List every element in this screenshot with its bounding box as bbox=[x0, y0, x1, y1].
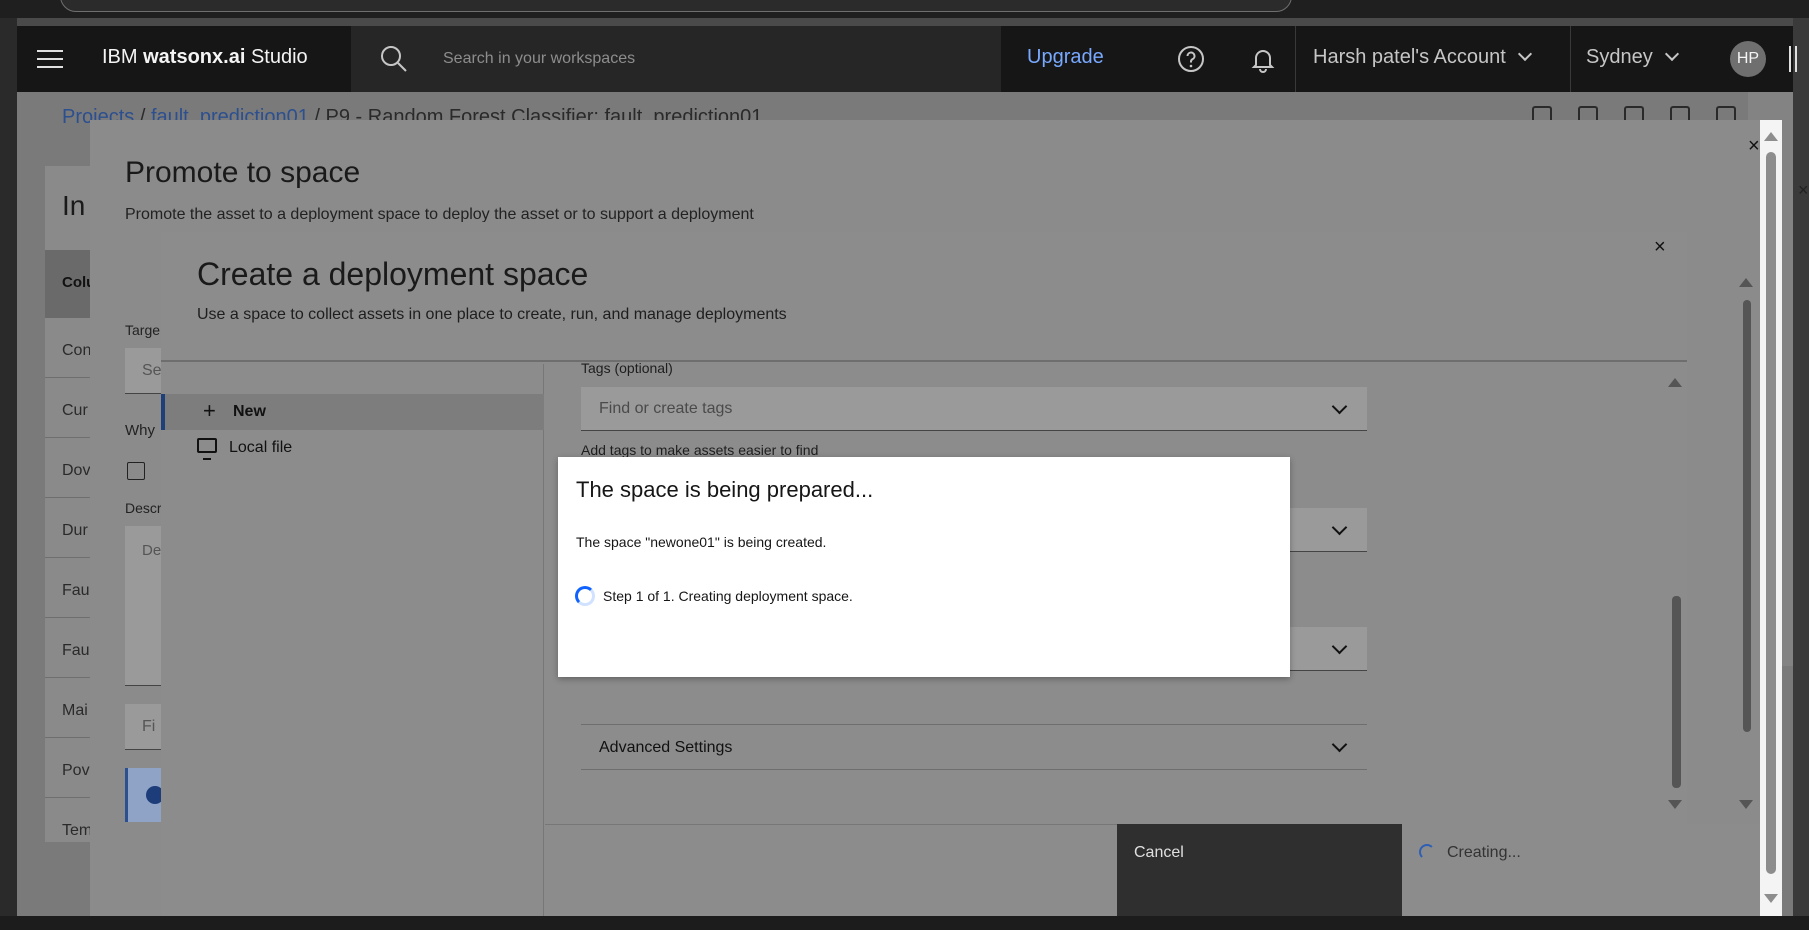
background-row: Fau bbox=[62, 642, 90, 659]
spinner-icon bbox=[1419, 844, 1435, 860]
progress-title: The space is being prepared... bbox=[576, 477, 874, 502]
scroll-up-icon[interactable] bbox=[1764, 132, 1778, 141]
nav-item-local-file[interactable]: Local file bbox=[161, 430, 544, 466]
page-scrollbar-thumb[interactable] bbox=[1766, 152, 1776, 874]
header-divider bbox=[1570, 26, 1571, 92]
advanced-settings-accordion[interactable]: Advanced Settings bbox=[581, 724, 1367, 770]
nav-item-new[interactable]: + New bbox=[161, 394, 544, 430]
progress-step: Step 1 of 1. Creating deployment space. bbox=[603, 588, 853, 604]
tags-input[interactable]: Fi bbox=[125, 704, 165, 750]
bell-icon[interactable] bbox=[1247, 43, 1279, 75]
avatar[interactable]: HP bbox=[1730, 41, 1766, 77]
monitor-icon bbox=[197, 438, 217, 460]
create-space-title: Create a deployment space bbox=[197, 256, 589, 292]
info-notification bbox=[125, 768, 165, 822]
create-space-header bbox=[161, 232, 1687, 362]
brand-prefix: IBM bbox=[102, 46, 144, 68]
side-panel-icon[interactable] bbox=[1789, 46, 1797, 72]
product-name[interactable]: IBM watsonx.ai Studio bbox=[102, 46, 308, 69]
background-row: Mai bbox=[62, 702, 88, 719]
creating-button: Creating... bbox=[1402, 824, 1760, 916]
chevron-down-icon bbox=[1517, 46, 1532, 62]
region-label: Sydney bbox=[1586, 46, 1653, 68]
scroll-down-icon[interactable] bbox=[1739, 800, 1753, 809]
description-textarea[interactable]: De bbox=[125, 526, 165, 686]
menu-icon[interactable] bbox=[37, 46, 63, 72]
taskbar bbox=[0, 916, 1809, 930]
chevron-down-icon bbox=[1664, 46, 1679, 62]
browser-address-bar[interactable] bbox=[60, 0, 1292, 12]
plus-icon: + bbox=[203, 398, 216, 423]
header-divider bbox=[1295, 26, 1296, 92]
promote-scrollbar-thumb[interactable] bbox=[1743, 300, 1751, 732]
cancel-button[interactable]: Cancel bbox=[1117, 824, 1402, 916]
tags-placeholder: Fi bbox=[142, 718, 156, 735]
tags-label: Tags (optional) bbox=[581, 360, 673, 376]
scroll-down-icon[interactable] bbox=[1764, 894, 1778, 903]
region-switcher[interactable]: Sydney bbox=[1586, 46, 1679, 69]
chevron-down-icon bbox=[1331, 398, 1348, 415]
account-label: Harsh patel's Account bbox=[1313, 46, 1506, 68]
scroll-up-icon[interactable] bbox=[1668, 378, 1682, 387]
background-row: Dov bbox=[62, 462, 91, 479]
spinner-icon bbox=[575, 586, 595, 606]
scroll-up-icon[interactable] bbox=[1739, 278, 1753, 287]
target-placeholder: Se bbox=[142, 362, 162, 379]
target-label: Targe bbox=[125, 322, 161, 338]
close-icon[interactable]: × bbox=[1654, 236, 1666, 259]
description-label: Descr bbox=[125, 500, 162, 516]
nav-item-label: Local file bbox=[229, 439, 293, 456]
account-switcher[interactable]: Harsh patel's Account bbox=[1313, 46, 1532, 69]
browser-toolbar bbox=[0, 0, 1809, 18]
background-row: Cur bbox=[62, 402, 88, 419]
promote-modal-title: Promote to space bbox=[125, 156, 361, 189]
brand-suffix: Studio bbox=[245, 46, 308, 68]
tags-placeholder: Find or create tags bbox=[599, 400, 733, 417]
tags-combobox[interactable]: Find or create tags bbox=[581, 387, 1367, 431]
creating-label: Creating... bbox=[1447, 844, 1521, 861]
search-icon[interactable] bbox=[379, 44, 409, 74]
chevron-down-icon bbox=[1331, 638, 1348, 655]
search-input[interactable] bbox=[443, 42, 963, 76]
why-label: Why bbox=[125, 422, 155, 439]
modal-footer bbox=[545, 824, 1117, 916]
background-row: Con bbox=[62, 342, 92, 359]
scroll-down-icon[interactable] bbox=[1668, 800, 1682, 809]
cancel-label: Cancel bbox=[1134, 844, 1184, 861]
nav-item-label: New bbox=[233, 403, 266, 420]
tags-helper-text: Add tags to make assets easier to find bbox=[581, 442, 819, 458]
promote-modal-subtitle: Promote the asset to a deployment space … bbox=[125, 206, 754, 222]
progress-dialog: The space is being prepared... The space… bbox=[558, 457, 1290, 677]
browser-left-edge bbox=[0, 18, 17, 918]
chevron-down-icon bbox=[1331, 736, 1348, 753]
description-placeholder: De bbox=[142, 542, 162, 559]
upgrade-link[interactable]: Upgrade bbox=[1027, 46, 1104, 69]
background-row: Tem bbox=[62, 822, 93, 839]
target-space-select[interactable]: Se bbox=[125, 348, 165, 394]
background-row: Dur bbox=[62, 522, 88, 539]
global-search bbox=[351, 26, 1001, 92]
brand-bold: watsonx.ai bbox=[143, 46, 246, 68]
form-scrollbar-thumb[interactable] bbox=[1672, 596, 1681, 788]
chevron-down-icon bbox=[1331, 519, 1348, 536]
close-icon[interactable]: × bbox=[1748, 135, 1760, 158]
app-header: IBM watsonx.ai Studio Upgrade Harsh pate… bbox=[17, 26, 1797, 92]
create-space-subtitle: Use a space to collect assets in one pla… bbox=[197, 306, 787, 323]
progress-message: The space "newone01" is being created. bbox=[576, 534, 827, 550]
close-icon[interactable]: × bbox=[1798, 180, 1809, 201]
background-row: Pov bbox=[62, 762, 90, 779]
help-icon[interactable] bbox=[1175, 43, 1207, 75]
option-checkbox[interactable] bbox=[127, 462, 145, 480]
browser-right-edge bbox=[1793, 18, 1809, 918]
background-title: In bbox=[62, 190, 86, 221]
advanced-settings-label: Advanced Settings bbox=[599, 739, 733, 756]
background-row: Fau bbox=[62, 582, 90, 599]
